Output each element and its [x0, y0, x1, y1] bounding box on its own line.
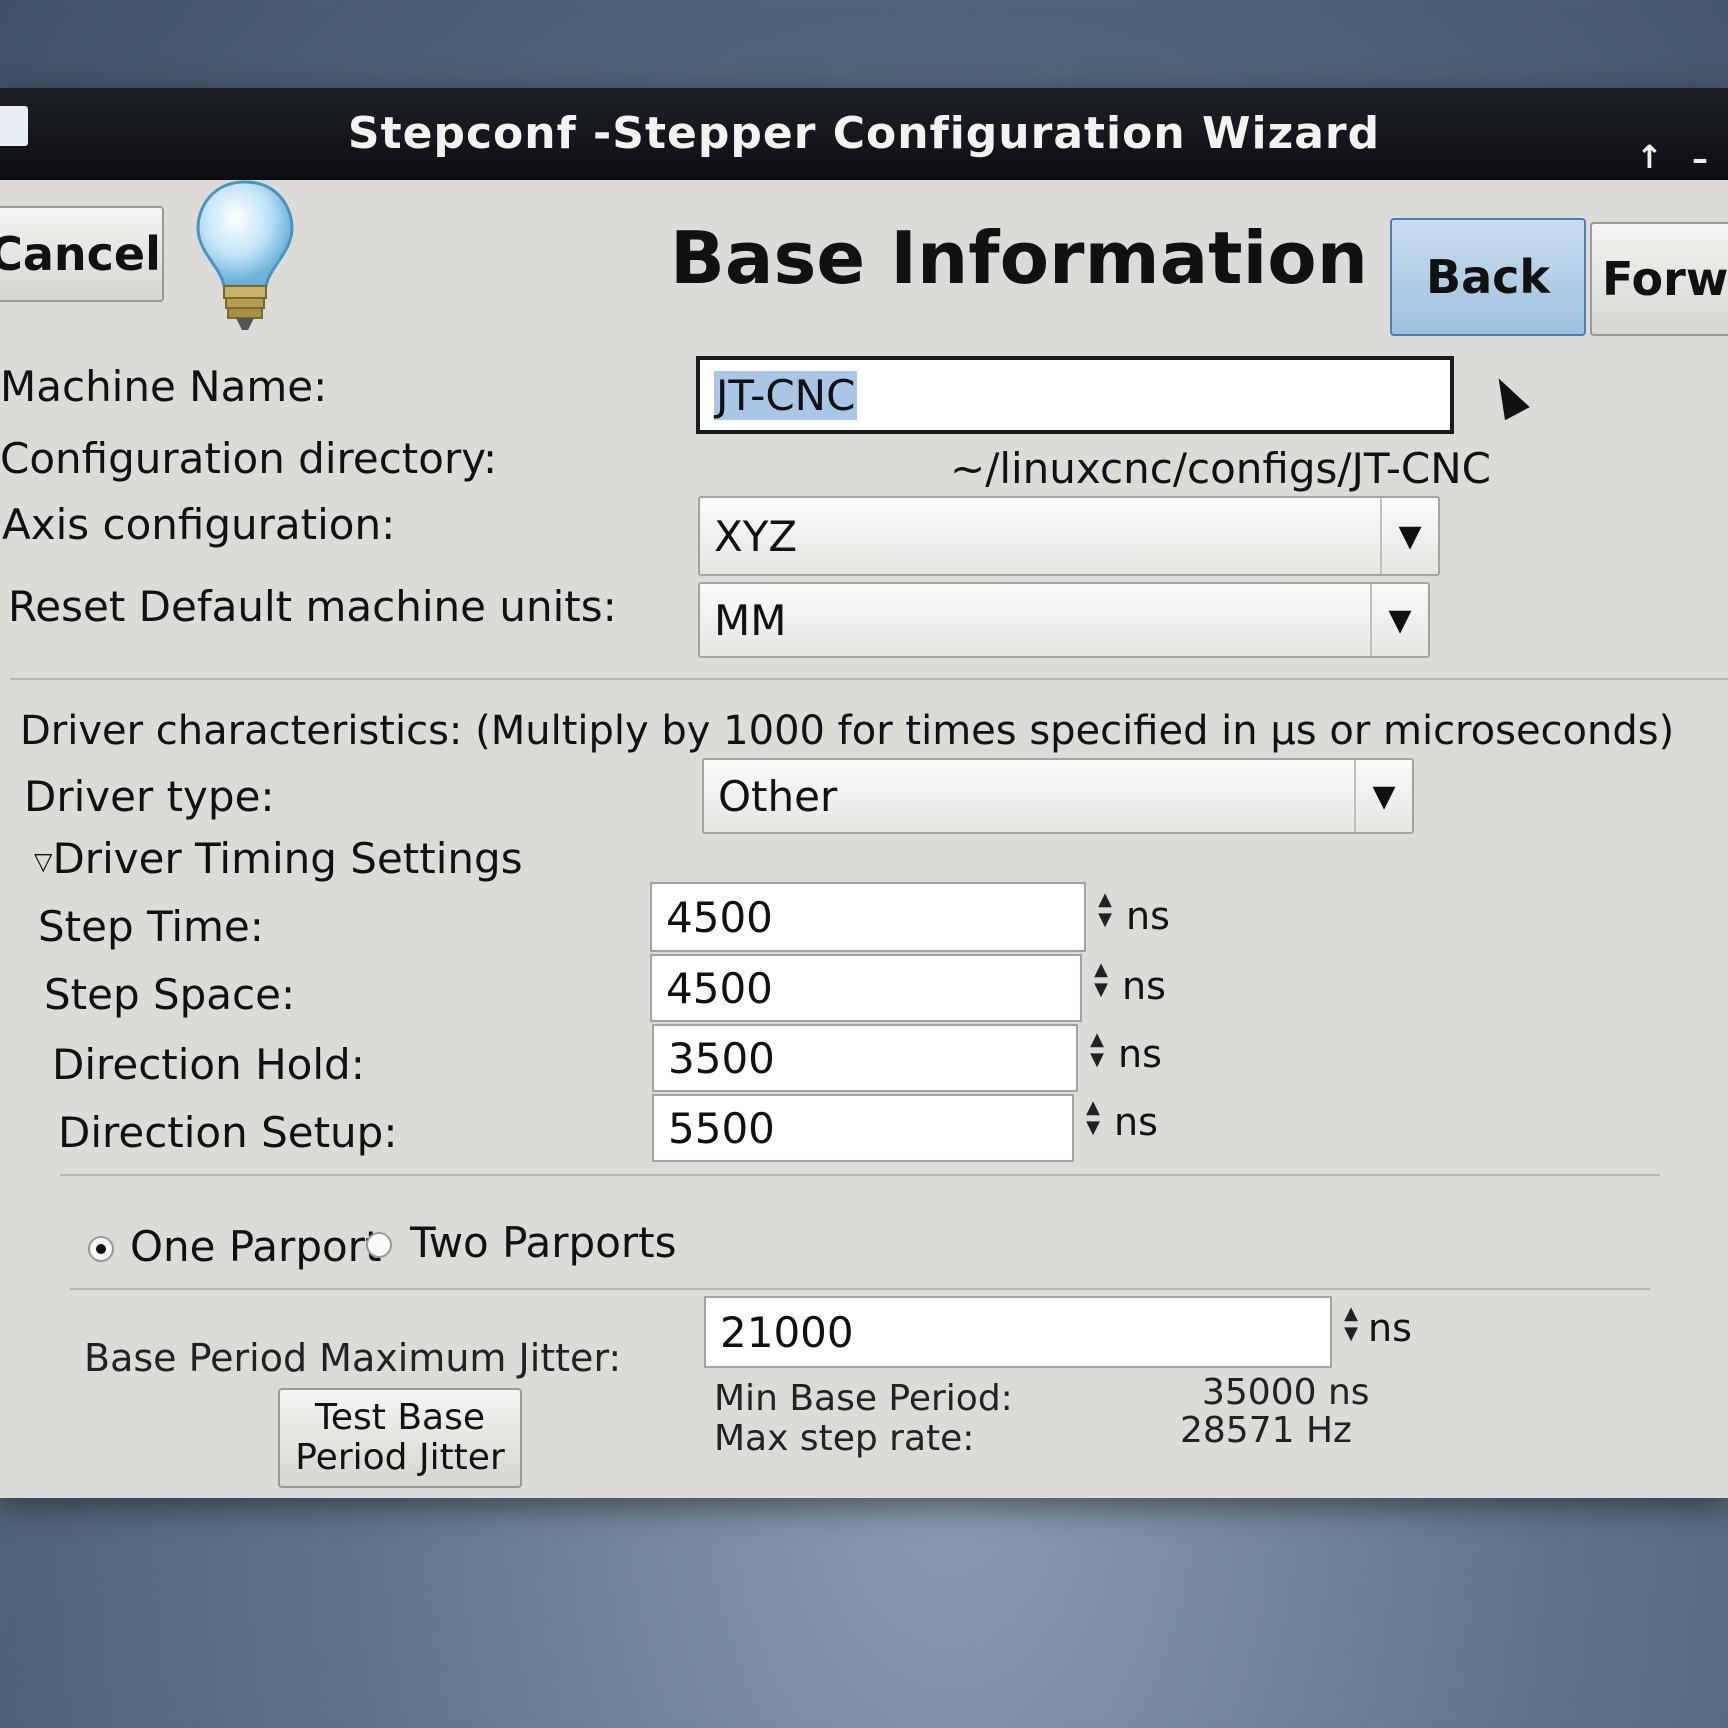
minimize-icon[interactable]: –	[1692, 140, 1708, 178]
jitter-unit: ns	[1368, 1306, 1412, 1350]
maximize-icon[interactable]: ↑	[1636, 138, 1663, 176]
step-time-spinner[interactable]: ▲ ▼	[1094, 890, 1116, 930]
chevron-down-icon: ▼	[1354, 760, 1412, 832]
forward-button[interactable]: Forwa	[1590, 222, 1728, 336]
units-select[interactable]: MM ▼	[698, 582, 1430, 658]
jitter-field[interactable]: 21000	[704, 1296, 1332, 1368]
timing-expander[interactable]: ▽Driver Timing Settings	[34, 834, 523, 883]
dir-hold-value: 3500	[668, 1033, 775, 1083]
dir-hold-unit: ns	[1118, 1032, 1162, 1076]
chevron-down-icon: ▼	[1370, 584, 1428, 656]
machine-name-label: Machine Name:	[0, 362, 328, 411]
stepconf-window: Stepconf -Stepper Configuration Wizard ↑…	[0, 88, 1728, 1498]
two-parports-radio[interactable]	[366, 1232, 392, 1258]
units-value: MM	[714, 595, 787, 645]
divider	[10, 678, 1728, 680]
step-time-value: 4500	[666, 892, 773, 942]
units-label: Reset Default machine units:	[8, 582, 617, 631]
window-title: Stepconf -Stepper Configuration Wizard	[347, 108, 1381, 159]
config-dir-label: Configuration directory:	[0, 434, 498, 483]
max-step-rate-label: Max step rate:	[714, 1418, 975, 1459]
machine-name-field[interactable]: JT-CNC	[696, 356, 1454, 434]
cancel-button[interactable]: Cancel	[0, 206, 164, 302]
dir-setup-field[interactable]: 5500	[652, 1094, 1074, 1162]
test-jitter-button[interactable]: Test Base Period Jitter	[278, 1388, 522, 1488]
mouse-cursor-icon	[1486, 371, 1530, 421]
step-time-field[interactable]: 4500	[650, 882, 1086, 952]
axis-config-select[interactable]: XYZ ▼	[698, 496, 1440, 576]
chevron-down-icon: ▼	[1380, 498, 1438, 574]
step-space-unit: ns	[1122, 964, 1166, 1008]
test-jitter-line1: Test Base	[315, 1397, 485, 1438]
jitter-value: 21000	[720, 1307, 854, 1357]
dir-hold-spinner[interactable]: ▲ ▼	[1086, 1030, 1108, 1070]
jitter-spinner[interactable]: ▲ ▼	[1340, 1304, 1362, 1344]
one-parport-radio[interactable]	[88, 1236, 114, 1262]
dir-setup-spinner[interactable]: ▲ ▼	[1082, 1098, 1104, 1138]
driver-heading: Driver characteristics: (Multiply by 100…	[20, 708, 1675, 754]
driver-type-select[interactable]: Other ▼	[702, 758, 1414, 834]
step-space-label: Step Space:	[44, 970, 296, 1019]
driver-type-label: Driver type:	[24, 772, 275, 821]
one-parport-label: One Parport	[130, 1222, 382, 1271]
divider	[70, 1288, 1650, 1290]
timing-expander-label: Driver Timing Settings	[52, 834, 523, 883]
expander-arrow-icon: ▽	[34, 847, 53, 876]
dir-hold-field[interactable]: 3500	[652, 1024, 1078, 1092]
test-jitter-line2: Period Jitter	[295, 1437, 505, 1478]
step-time-label: Step Time:	[38, 902, 264, 951]
dir-setup-value: 5500	[668, 1103, 775, 1153]
lightbulb-icon	[196, 180, 294, 330]
max-step-rate-value: 28571 Hz	[1180, 1410, 1352, 1451]
axis-config-label: Axis configuration:	[2, 500, 396, 549]
dir-setup-unit: ns	[1114, 1100, 1158, 1144]
machine-name-value: JT-CNC	[714, 370, 858, 420]
two-parports-label: Two Parports	[410, 1218, 677, 1267]
dir-setup-label: Direction Setup:	[58, 1108, 398, 1157]
min-base-period-label: Min Base Period:	[714, 1378, 1013, 1419]
step-space-spinner[interactable]: ▲ ▼	[1090, 960, 1112, 1000]
step-space-field[interactable]: 4500	[650, 954, 1082, 1022]
dir-hold-label: Direction Hold:	[52, 1040, 365, 1089]
config-dir-value: ~/linuxcnc/configs/JT-CNC	[950, 444, 1491, 493]
min-base-period-value: 35000 ns	[1202, 1372, 1370, 1413]
jitter-label: Base Period Maximum Jitter:	[84, 1336, 622, 1380]
page-title: Base Information	[670, 216, 1368, 300]
divider	[60, 1174, 1660, 1176]
axis-config-value: XYZ	[714, 511, 798, 561]
driver-type-value: Other	[718, 771, 838, 821]
step-time-unit: ns	[1126, 894, 1170, 938]
title-bar[interactable]: Stepconf -Stepper Configuration Wizard ↑…	[0, 88, 1728, 180]
back-button[interactable]: Back	[1390, 218, 1586, 336]
step-space-value: 4500	[666, 963, 773, 1013]
